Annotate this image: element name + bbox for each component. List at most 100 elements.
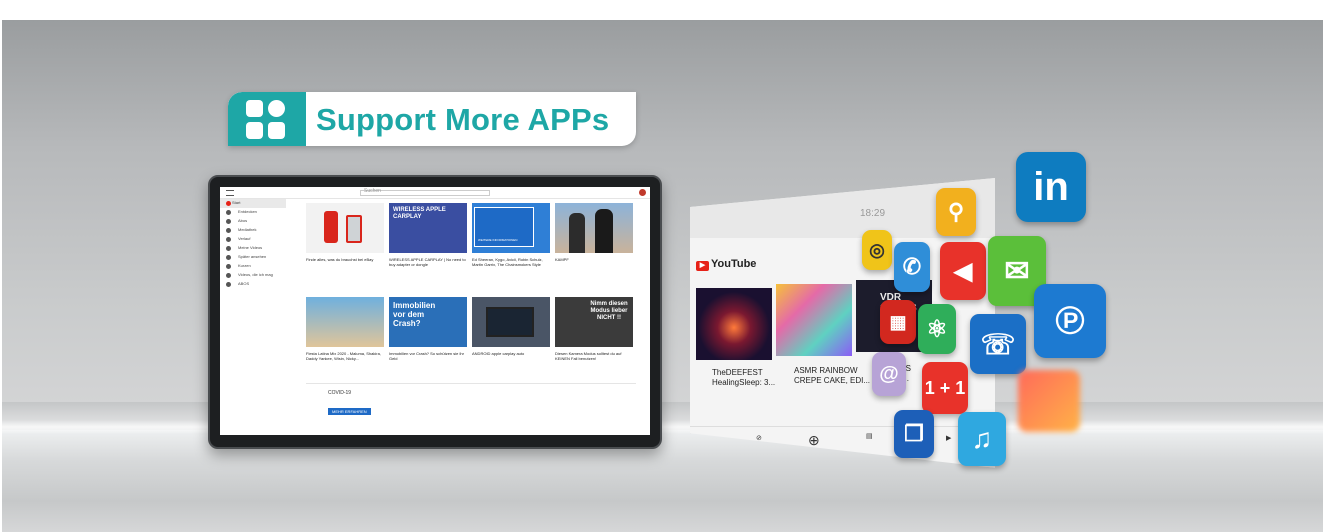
youtube-topbar: Suchen: [220, 187, 650, 199]
sidebar-item-label: Entdecken: [238, 209, 257, 214]
video-thumb-1[interactable]: [306, 203, 384, 253]
tablet-screen: Suchen Start Entdecken Abos Mediathek Verlau…: [220, 187, 650, 435]
sidebar-item[interactable]: Abos: [226, 217, 286, 226]
sidebar-item[interactable]: Kurzen: [226, 262, 286, 271]
sidebar-item-label: Später ansehen: [238, 254, 267, 259]
sidebar-item-icon: [226, 201, 231, 206]
tablet-device: Suchen Start Entdecken Abos Mediathek Verlau…: [208, 175, 662, 449]
phone-icon: ✆: [894, 242, 930, 292]
youtube-logo: ▶ YouTube: [696, 258, 756, 271]
video-thumb-6[interactable]: Immobilien vor dem Crash?: [389, 297, 467, 347]
video-thumb-5[interactable]: [306, 297, 384, 347]
video-title[interactable]: Immobilien vor Crash? So schützen sie ih…: [389, 351, 467, 361]
book-icon: ❐: [894, 410, 934, 458]
thumb-text: Nimm diesen Modus lieber NICHT !!: [590, 301, 628, 321]
sidebar-item-label: Meine Videos: [238, 245, 263, 250]
video-thumb-3[interactable]: WEITERE INFORMATIONEN: [472, 203, 550, 253]
sidebar-item-icon: [226, 228, 231, 233]
video-thumb-2[interactable]: WIRELESS APPLE CARPLAY: [389, 203, 467, 253]
sidebar-item[interactable]: Später ansehen: [226, 253, 286, 262]
product-stage: [2, 20, 1323, 532]
video-thumb-8[interactable]: Nimm diesen Modus lieber NICHT !!: [555, 297, 633, 347]
search-icon: ⚲: [936, 188, 976, 236]
banner-title: Support More APPs: [316, 102, 610, 137]
sidebar-item-label: Videos, die ich mag: [238, 272, 273, 277]
search-placeholder: Suchen: [364, 188, 381, 194]
sidebar-item-icon: [226, 282, 231, 287]
sidebar-item[interactable]: Start: [220, 199, 286, 208]
sidebar-item-icon: [226, 264, 231, 269]
video-title[interactable]: ANDROID apple carplay auto: [472, 351, 550, 361]
clapper-icon: ▦: [880, 300, 916, 344]
nav-explore-icon[interactable]: ⊘: [756, 434, 762, 442]
youtube-logo-text: YouTube: [711, 258, 757, 270]
video-title[interactable]: Fiesta Latina Mix 2020 - Maluma, Shakira…: [306, 351, 384, 361]
kettle-shape: [324, 211, 338, 243]
person-shape: [569, 213, 585, 253]
sidebar-item-icon: [226, 219, 231, 224]
nav-add-icon[interactable]: ⊕: [808, 432, 820, 449]
video-title[interactable]: Diesen Kamera Modus solltest du auf KEIN…: [555, 351, 633, 361]
banner-tab: [228, 92, 306, 146]
video-thumb-4[interactable]: [555, 203, 633, 253]
video-title[interactable]: WIRELESS APPLE CARPLAY | No need to buy …: [389, 257, 467, 267]
clock: 18:29: [860, 208, 886, 219]
covid-panel: COVID-19 MEHR ERFAHREN: [306, 383, 636, 423]
blur-app-icon: [1018, 370, 1080, 432]
sidebar-item-icon: [226, 273, 231, 278]
sidebar-item-label: Verlauf: [238, 236, 251, 241]
sidebar-item-label: Kurzen: [238, 263, 251, 268]
phone-video-title-2: ASMR RAINBOW CREPE CAKE, EDI...: [794, 366, 871, 385]
sidebar-item-label: ABOS: [238, 281, 250, 286]
nav-subscriptions-icon[interactable]: ▤: [866, 432, 873, 440]
camera-icon: ◎: [862, 230, 892, 270]
menu-icon[interactable]: [226, 190, 234, 196]
sidebar-item[interactable]: Meine Videos: [226, 244, 286, 253]
nav-library-icon[interactable]: ▶: [946, 434, 951, 442]
video-title[interactable]: Finde alles, was du brauchst bei eBay: [306, 257, 384, 267]
atom-icon: ⚛: [918, 304, 956, 354]
video-title[interactable]: KAMPF: [555, 257, 633, 267]
play-icon: ▶: [696, 261, 709, 271]
carplay-screen: [486, 307, 534, 337]
music-icon: ♫: [958, 412, 1006, 466]
light-halo: [2, 420, 1323, 434]
sidebar-item-icon: [226, 246, 231, 251]
youtube-sidebar: Start Entdecken Abos Mediathek Verlauf Meine …: [220, 199, 286, 435]
thumb-text: Immobilien vor dem Crash?: [393, 301, 436, 328]
avatar[interactable]: [639, 189, 646, 196]
speaker-icon: ◀: [940, 242, 986, 300]
phone-video-title-1: TheDEEFEST HealingSleep: 3...: [712, 368, 776, 387]
nav-divider: [690, 426, 995, 427]
sidebar-item[interactable]: Mediathek: [226, 226, 286, 235]
apps-grid-icon: [246, 100, 286, 140]
phone-video-thumb-1[interactable]: [696, 288, 772, 360]
sidebar-item-icon: [226, 255, 231, 260]
search-input[interactable]: Suchen: [360, 188, 490, 196]
call-icon: ☏: [970, 314, 1026, 374]
thumb-text: WIRELESS APPLE CARPLAY: [393, 207, 446, 220]
person-shape: [595, 209, 613, 253]
sidebar-item[interactable]: Entdecken: [226, 208, 286, 217]
sidebar-item[interactable]: ABOS: [226, 280, 286, 289]
sidebar-item-label: Start: [232, 200, 241, 205]
info-popup: WEITERE INFORMATIONEN: [474, 207, 534, 247]
sidebar-item[interactable]: Verlauf: [226, 235, 286, 244]
sidebar-item-icon: [226, 237, 231, 242]
phone-video-thumb-2[interactable]: [776, 284, 852, 356]
support-apps-banner: Support More APPs: [228, 92, 636, 146]
press-shape: [346, 215, 362, 243]
popup-link[interactable]: WEITERE INFORMATIONEN: [478, 238, 517, 242]
calculator-icon: 1 + 1: [922, 362, 968, 414]
at-icon: @: [872, 352, 906, 396]
pinterest-icon: ℗: [1034, 284, 1106, 358]
floor: [2, 430, 1323, 532]
covid-link[interactable]: MEHR ERFAHREN: [328, 408, 371, 415]
covid-title: COVID-19: [328, 390, 352, 396]
sidebar-item[interactable]: Videos, die ich mag: [226, 271, 286, 280]
video-title[interactable]: Ed Sheeran, Kygo, Avicii, Robin Schulz, …: [472, 257, 550, 267]
sidebar-item-label: Abos: [238, 218, 248, 223]
sidebar-item-icon: [226, 210, 231, 215]
video-thumb-7[interactable]: [472, 297, 550, 347]
linkedin-icon: in: [1016, 152, 1086, 222]
